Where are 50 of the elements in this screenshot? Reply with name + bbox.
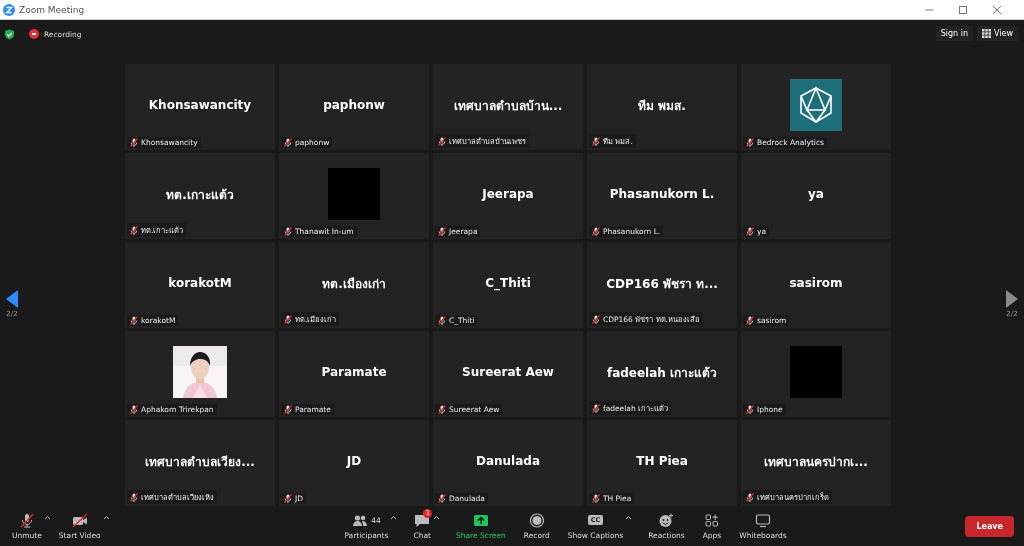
participant-name: Danulada bbox=[475, 454, 540, 468]
participant-name: ya bbox=[808, 187, 824, 201]
caret-icon bbox=[625, 515, 633, 520]
apps-icon bbox=[703, 512, 720, 528]
caret-icon bbox=[102, 515, 110, 520]
participant-name: เทศบาลนครปากเ... bbox=[764, 453, 868, 471]
participant-name: ทต.เมืองเก่า bbox=[322, 275, 386, 293]
participant-name: paphonw bbox=[323, 98, 385, 112]
participant-name: Phasanukorn L. bbox=[609, 187, 715, 201]
participant-name: CDP166 พัชรา ท... bbox=[606, 275, 718, 293]
window-title: Zoom Meeting bbox=[19, 4, 86, 15]
grid-icon bbox=[982, 29, 991, 38]
caret-icon bbox=[432, 515, 440, 520]
left-arrow-icon bbox=[6, 290, 18, 308]
participant-name: ทีม พมส. bbox=[638, 97, 686, 115]
chat-bubble-icon bbox=[414, 512, 431, 528]
caret-button[interactable] bbox=[625, 515, 633, 520]
participant-name: เทศบาลตำบลเวียง... bbox=[145, 453, 255, 471]
participant-name: Paramate bbox=[321, 365, 387, 379]
participant-name: Jeerapa bbox=[482, 187, 534, 201]
blank-video bbox=[328, 168, 380, 220]
participant-name: sasirom bbox=[789, 276, 843, 290]
caret-icon bbox=[390, 515, 398, 520]
caret-icon bbox=[43, 515, 51, 520]
shield-icon[interactable] bbox=[4, 29, 15, 40]
participant-name: C_Thiti bbox=[485, 276, 531, 290]
caret-button[interactable] bbox=[102, 515, 110, 520]
app-logo-icon bbox=[3, 3, 15, 16]
participant-name: korakotM bbox=[168, 276, 232, 290]
recording-icon bbox=[29, 29, 39, 39]
caret-button[interactable] bbox=[432, 515, 440, 520]
participant-name: Khonsawancity bbox=[148, 98, 252, 112]
smiley-icon bbox=[658, 512, 675, 528]
sign-in-button[interactable]: Sign in bbox=[935, 26, 973, 41]
record-icon bbox=[528, 512, 545, 528]
participant-name: fadeelah เกาะแต้ว bbox=[606, 364, 718, 382]
whiteboard-icon bbox=[754, 512, 771, 528]
participant-name: เทศบาลตำบลบ้าน... bbox=[453, 97, 563, 115]
caret-button[interactable] bbox=[390, 515, 398, 520]
view-button[interactable]: View bbox=[977, 26, 1018, 41]
right-arrow-icon bbox=[1006, 290, 1018, 308]
caret-button[interactable] bbox=[43, 515, 51, 520]
people-icon bbox=[352, 512, 369, 528]
leave-button[interactable]: Leave bbox=[965, 515, 1014, 537]
participant-name: Sureerat Aew bbox=[462, 365, 554, 379]
participant-name: JD bbox=[346, 454, 362, 468]
participant-name: TH Piea bbox=[636, 454, 688, 468]
polyhedron-logo-icon bbox=[790, 79, 842, 131]
blank-video bbox=[790, 346, 842, 398]
participant-name: ทต.เกาะแต้ว bbox=[166, 186, 234, 204]
